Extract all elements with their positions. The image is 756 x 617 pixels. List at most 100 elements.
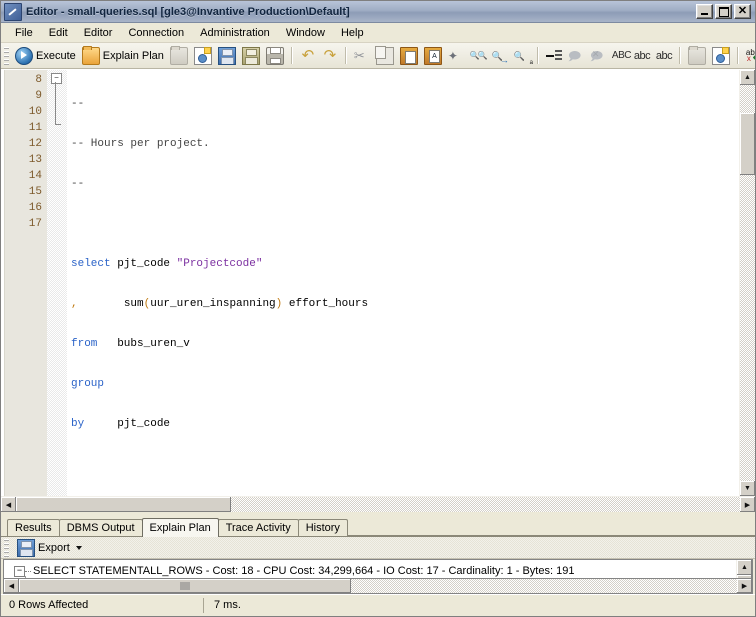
tree-hscroll-track[interactable] [19,579,737,593]
code-line: -- [71,176,739,192]
tabstrip-filler [347,535,755,536]
goto-line-button[interactable] [543,45,565,67]
menu-editor[interactable]: Editor [76,25,121,41]
editor-hscroll-thumb[interactable] [16,497,231,512]
export-toolbar-grip[interactable] [4,539,9,557]
wrap-text-icon: x [746,48,755,64]
redo-button[interactable] [319,45,341,67]
code-token: bubs_uren_v [97,338,189,350]
editor-scroll-left-button[interactable]: ◀ [1,497,16,512]
tree-scroll-up-button[interactable]: ▲ [737,560,752,575]
open-folder-button-2[interactable] [685,45,709,67]
code-line: select pjt_code "Projectcode" [71,256,739,272]
menu-administration[interactable]: Administration [192,25,278,41]
code-token: by [71,418,84,430]
tab-results[interactable]: Results [7,519,60,536]
execute-button[interactable]: Execute [12,45,79,67]
status-separator [203,598,204,613]
code-token: from [71,338,97,350]
sql-editor-body[interactable]: 8 9 10 11 12 13 14 15 16 17 − -- -- Hour… [1,70,739,496]
scroll-thumb-grip [181,582,190,590]
editor-vscroll-track[interactable] [740,85,755,481]
window-title: Editor - small-queries.sql [gle3@Invanti… [26,6,350,18]
line-number: 11 [5,120,42,136]
close-button[interactable]: ✕ [734,4,751,19]
add-comment-button[interactable] [565,45,587,67]
main-toolbar: Execute Explain Plan x ▾ [1,43,755,69]
code-line: , sum(uur_uren_inspanning) effort_hours [71,296,739,312]
print-button[interactable] [263,45,287,67]
tree-scroll-left-button[interactable]: ◀ [4,579,19,593]
toolbar-separator-4 [679,47,681,64]
line-number: 9 [5,88,42,104]
tree-hscroll-thumb[interactable] [19,579,351,593]
editor-window: Editor - small-queries.sql [gle3@Invanti… [0,0,756,617]
tab-dbms-output[interactable]: DBMS Output [59,519,143,536]
save-icon [218,47,236,65]
wrap-text-button[interactable]: x [743,45,755,67]
menu-help[interactable]: Help [333,25,372,41]
editor-horizontal-scrollbar[interactable]: ◀ ▶ [1,496,755,512]
editor-scroll-right-button[interactable]: ▶ [740,497,755,512]
explain-plan-tree[interactable]: − SELECT STATEMENTALL_ROWS - Cost: 18 - … [4,560,736,578]
results-tabstrip: Results DBMS Output Explain Plan Trace A… [1,518,755,537]
editor-scroll-up-button[interactable]: ▲ [740,70,755,85]
menu-window[interactable]: Window [278,25,333,41]
tree-expander-minus-icon[interactable]: − [14,566,25,577]
cut-button[interactable] [351,45,373,67]
explain-plan-button[interactable]: Explain Plan [79,45,167,67]
editor-vertical-scrollbar[interactable]: ▲ ▼ [739,70,755,496]
fold-toggle-icon[interactable]: − [51,73,62,84]
uppercase-button[interactable] [609,45,631,67]
editor-scroll-down-button[interactable]: ▼ [740,481,755,496]
code-line: -- Hours per project. [71,136,739,152]
copy-button[interactable] [373,45,397,67]
code-token: -- [71,98,84,110]
mixedcase-icon [656,48,672,64]
undo-button[interactable] [297,45,319,67]
code-line: by pjt_code [71,416,739,432]
find-button[interactable] [467,45,489,67]
explain-plan-tree-panel: − SELECT STATEMENTALL_ROWS - Cost: 18 - … [3,559,753,579]
maximize-button[interactable] [715,4,732,19]
line-number: 14 [5,168,42,184]
format-button[interactable] [445,45,467,67]
editor-vscroll-thumb[interactable] [740,113,755,175]
menu-file[interactable]: File [7,25,41,41]
code-folding-margin[interactable]: − [47,70,67,496]
editor-hscroll-track[interactable] [16,497,740,512]
tree-scroll-right-button[interactable]: ▶ [737,579,752,593]
tab-history[interactable]: History [298,519,348,536]
tree-horizontal-scrollbar[interactable]: ◀ ▶ [3,579,753,594]
chevron-down-icon[interactable] [76,546,82,550]
execute-button-label: Execute [36,50,76,62]
redo-icon [322,48,338,64]
tree-vertical-scrollbar[interactable]: ▲ ▼ [736,560,752,578]
export-button[interactable]: Export [12,538,87,557]
mixedcase-button[interactable] [653,45,675,67]
sql-code-area[interactable]: -- -- Hours per project. -- select pjt_c… [67,70,739,496]
line-number: 13 [5,152,42,168]
paste-special-button[interactable] [421,45,445,67]
paste-button[interactable] [397,45,421,67]
minimize-button[interactable] [696,4,713,19]
menu-connection[interactable]: Connection [120,25,192,41]
lowercase-button[interactable] [631,45,653,67]
recent-query-button[interactable] [709,45,733,67]
tab-trace-activity[interactable]: Trace Activity [218,519,299,536]
find-next-button[interactable] [489,45,511,67]
tab-explain-plan[interactable]: Explain Plan [142,518,219,537]
save-all-button[interactable] [239,45,263,67]
copy-icon [376,47,394,65]
menu-edit[interactable]: Edit [41,25,76,41]
tree-row[interactable]: − SELECT STATEMENTALL_ROWS - Cost: 18 - … [4,561,736,578]
code-token: uur_uren_inspanning [150,298,275,310]
open-file-button[interactable] [167,45,191,67]
paste-special-icon [424,47,442,65]
recent-query-icon [712,47,730,65]
new-query-button[interactable] [191,45,215,67]
toolbar-grip[interactable] [4,47,9,65]
save-button[interactable] [215,45,239,67]
remove-comment-button[interactable] [587,45,609,67]
replace-button[interactable] [511,45,533,67]
